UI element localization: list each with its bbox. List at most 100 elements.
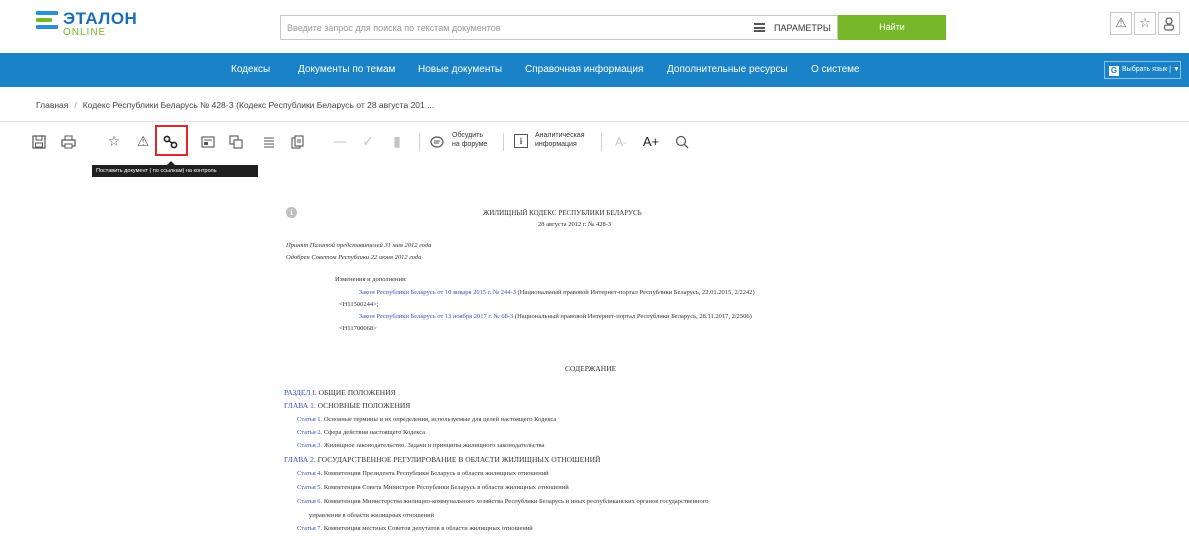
google-icon: G [1109,66,1119,76]
toc-item: ГЛАВА 1. ОСНОВНЫЕ ПОЛОЖЕНИЯ [284,401,410,410]
print-icon[interactable] [58,130,78,154]
copy-icon[interactable] [226,130,246,154]
toc-link[interactable]: Статья 3. [297,442,322,449]
nav-item-extra-resources[interactable]: Дополнительные ресурсы [667,64,788,75]
toc-link[interactable]: Статья 1. [297,416,322,423]
toc-link[interactable]: Статья 5. [297,484,322,491]
search-params-button[interactable]: ПАРАМЕТРЫ [736,15,838,40]
toc-link[interactable]: ГЛАВА 1. [284,401,316,410]
toc-text: Сфера действия настоящего Кодекса [323,429,426,436]
forum-icon[interactable] [428,130,446,154]
nav-item-new-docs[interactable]: Новые документы [418,64,502,75]
logo[interactable]: ЭТАЛОН ONLINE [36,9,156,41]
toc-link[interactable]: Статья 4. [297,470,322,477]
toc-text: Основные термины и их определения, испол… [323,416,557,423]
approved-line: Одобрен Советом Республики 22 июня 2012 … [286,254,422,261]
logo-title: ЭТАЛОН [63,9,138,28]
search-input[interactable]: Введите запрос для поиска по текстам док… [280,15,746,40]
change-line-1: Закон Республики Беларусь от 10 января 2… [359,289,755,296]
document-date: 28 августа 2012 г. № 428-З [538,221,612,228]
analytics-label-2: информация [535,141,577,148]
change-link-2[interactable]: Закон Республики Беларусь от 13 ноября 2… [359,313,513,320]
toc-text: Жилищное законодательство. Задачи и прин… [323,442,545,449]
star-icon[interactable]: ☆ [1134,12,1156,35]
compare-icon[interactable] [198,130,218,154]
toc-text: Компетенция местных Советов депутатов в … [323,525,533,532]
toc-item: Статья 7. Компетенция местных Советов де… [297,525,533,532]
nav-item-docs-by-topic[interactable]: Документы по темам [298,64,395,75]
toc-item: Статья 5. Компетенция Совета Министров Р… [297,484,569,491]
breadcrumb-current: Кодекс Республики Беларусь № 428-З (Коде… [82,100,435,110]
language-select-label: Выбрать язык | ▼ [1122,66,1180,73]
header: ЭТАЛОН ONLINE Введите запрос для поиска … [0,0,1189,50]
toc-text: ОБЩИЕ ПОЛОЖЕНИЯ [318,388,396,397]
toc-item: Статья 2. Сфера действия настоящего Коде… [297,429,425,436]
toc-item: Статья 6. Компетенция Министерства жилищ… [297,498,709,505]
toc-link[interactable]: РАЗДЕЛ I. [284,388,317,397]
toc-text: ГОСУДАРСТВЕННОЕ РЕГУЛИРОВАНИЕ В ОБЛАСТИ … [317,455,601,464]
toc-item: Статья 4. Компетенция Президента Республ… [297,470,549,477]
search-params-label: ПАРАМЕТРЫ [774,23,831,33]
toc-item: ГЛАВА 2. ГОСУДАРСТВЕННОЕ РЕГУЛИРОВАНИЕ В… [284,455,600,464]
toolbar-divider [503,133,504,151]
document-info-icon[interactable]: i [286,207,297,218]
analytics-label-1: Аналитическая [535,132,585,139]
main-nav: Кодексы Документы по темам Новые докумен… [0,53,1189,87]
breadcrumb: Главная / Кодекс Республики Беларусь № 428… [36,100,434,110]
adopted-line: Принят Палатой представителей 31 мая 201… [286,242,432,249]
change-line-2: Закон Республики Беларусь от 13 ноября 2… [359,313,752,320]
warning-toolbar-icon[interactable]: ⚠ [133,130,153,154]
toc-link[interactable]: Статья 6. [297,498,322,505]
logo-subtitle: ONLINE [63,27,107,38]
bookmark-icon: ▮ [393,134,401,150]
warning-icon[interactable]: ⚠ [1110,12,1132,35]
document-icon[interactable] [287,130,307,154]
nav-item-reference[interactable]: Справочная информация [525,64,643,75]
toolbar-divider [601,133,602,151]
find-button[interactable]: Найти [838,15,946,40]
breadcrumb-separator: / [74,100,77,110]
analytics-button[interactable]: Аналитическая информация [535,131,584,149]
change-code-1: <H11500244>; [339,301,379,308]
highlight-box [155,125,188,156]
nav-item-codes[interactable]: Кодексы [231,64,270,75]
change-text-2: (Национальный правовой Интернет-портал Р… [514,313,752,320]
list-icon[interactable] [260,130,278,154]
toc-link[interactable]: ГЛАВА 2. [284,455,316,464]
changes-header: Изменения и дополнения: [335,276,407,283]
font-increase-button[interactable]: A+ [640,130,662,154]
font-decrease-button: A- [615,135,627,149]
divider [0,121,1189,122]
toolbar-divider [419,133,420,151]
change-text-1: (Национальный правовой Интернет-портал Р… [517,289,755,296]
toc-item: Статья 1. Основные термины и их определе… [297,416,556,423]
minus-icon: — [333,134,347,150]
nav-item-about[interactable]: О системе [811,64,860,75]
forum-button[interactable]: Обсудить на форуме [452,131,487,149]
logo-mark-icon [36,11,58,33]
language-select[interactable]: G Выбрать язык | ▼ [1104,61,1181,79]
breadcrumb-home[interactable]: Главная [36,100,68,110]
contents-title: СОДЕРЖАНИЕ [565,364,617,373]
forum-label-2: на форуме [452,141,488,148]
toc-item: Статья 3. Жилищное законодательство. Зад… [297,442,545,449]
search-icon[interactable] [672,130,692,154]
change-code-2: <H11700068> [339,325,377,332]
document-title: ЖИЛИЩНЫЙ КОДЕКС РЕСПУБЛИКИ БЕЛАРУСЬ [483,209,642,217]
params-icon [754,23,765,32]
save-icon[interactable] [30,130,48,154]
toc-text: Компетенция Президента Республики Белару… [323,470,549,477]
toc-item: РАЗДЕЛ I. ОБЩИЕ ПОЛОЖЕНИЯ [284,388,396,397]
check-icon: ✓ [362,134,374,150]
change-link-1[interactable]: Закон Республики Беларусь от 10 января 2… [359,289,516,296]
user-icon[interactable] [1158,12,1180,35]
forum-label-1: Обсудить [452,132,483,139]
toc-link[interactable]: Статья 2. [297,429,322,436]
info-box-icon[interactable]: i [514,134,528,148]
toc-link[interactable]: Статья 7. [297,525,322,532]
tooltip: Поставить документ ( по ссылкам) на конт… [92,161,258,177]
toc-text: Компетенция Министерства жилищно-коммуна… [323,498,709,505]
toc-text: Компетенция Совета Министров Республики … [323,484,569,491]
toc-text: ОСНОВНЫЕ ПОЛОЖЕНИЯ [317,401,411,410]
bookmark-star-icon[interactable]: ☆ [104,130,124,154]
